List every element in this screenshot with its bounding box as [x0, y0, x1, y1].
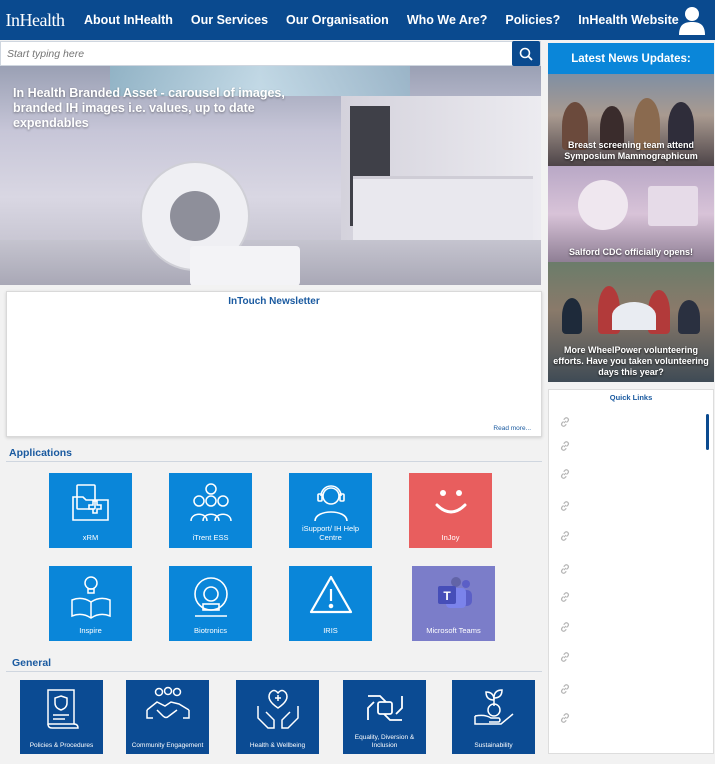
- quick-link-icon[interactable]: [559, 621, 571, 633]
- search-button[interactable]: [512, 41, 540, 66]
- smiley-icon: [435, 490, 466, 514]
- general-heading: General: [12, 657, 52, 669]
- nav-who-we-are[interactable]: Who We Are?: [407, 13, 488, 27]
- app-label: Inspire: [79, 626, 102, 635]
- news-caption: More WheelPower volunteering efforts. Ha…: [553, 345, 709, 377]
- app-label: IRIS: [323, 626, 338, 635]
- general-tile-community[interactable]: Community Engagement: [126, 680, 209, 754]
- nav-website[interactable]: InHealth Website: [578, 13, 678, 27]
- app-label: Microsoft Teams: [426, 626, 481, 635]
- general-label: Equality, Diversion & Inclusion: [354, 734, 415, 749]
- quick-link-icon[interactable]: [559, 651, 571, 663]
- app-tile-xrm[interactable]: xRM: [49, 473, 132, 548]
- nav-policies[interactable]: Policies?: [505, 13, 560, 27]
- top-nav: InHealth About InHealth Our Services Our…: [0, 0, 715, 40]
- headset-icon: [313, 485, 348, 522]
- app-tile-isupport[interactable]: iSupport/ IH Help Centre: [289, 473, 372, 548]
- linked-hands-icon: [366, 695, 403, 721]
- teams-icon: T: [437, 577, 472, 608]
- hero-caption: In Health Branded Asset - carousel of im…: [13, 86, 285, 130]
- app-label: InJoy: [441, 533, 460, 542]
- warning-icon: [309, 575, 352, 614]
- news-item[interactable]: Salford CDC officially opens!: [548, 166, 714, 262]
- plant-hand-icon: [473, 689, 513, 725]
- newsletter-title: InTouch Newsletter: [228, 296, 320, 307]
- news-heading: Latest News Updates:: [548, 43, 714, 74]
- news-caption: Breast screening team attend Symposium M…: [564, 140, 698, 161]
- applications-heading: Applications: [9, 447, 73, 459]
- general-label: Health & Wellbeing: [249, 742, 306, 749]
- app-tile-itrent[interactable]: iTrent ESS: [169, 473, 252, 548]
- quick-link-icon[interactable]: [559, 683, 571, 695]
- app-tile-inspire[interactable]: Inspire: [49, 566, 132, 641]
- search-input[interactable]: [1, 42, 512, 65]
- quick-link-icon[interactable]: [559, 500, 571, 512]
- app-label: iSupport/ IH Help Centre: [301, 524, 360, 542]
- news-photo-decor: [562, 298, 582, 334]
- nav-about[interactable]: About InHealth: [84, 13, 173, 27]
- app-tile-iris[interactable]: IRIS: [289, 566, 372, 641]
- quick-link-icon[interactable]: [559, 530, 571, 542]
- news-photo-decor: [678, 300, 700, 334]
- app-tile-teams[interactable]: T Microsoft Teams: [412, 566, 495, 641]
- general-tile-policies[interactable]: Policies & Procedures: [20, 680, 103, 754]
- nav-services[interactable]: Our Services: [191, 13, 268, 27]
- folder-medical-icon: [71, 484, 109, 521]
- hero-scanner-table-decor: [190, 246, 300, 285]
- svg-text:T: T: [443, 589, 451, 603]
- general-label: Sustainability: [474, 742, 513, 749]
- hero-scanner-bore-decor: [170, 191, 220, 241]
- nav-organisation[interactable]: Our Organisation: [286, 13, 389, 27]
- app-tile-biotronics[interactable]: Biotronics: [169, 566, 252, 641]
- team-gear-icon: [189, 483, 232, 522]
- read-more-link[interactable]: Read more...: [493, 425, 531, 432]
- search-icon: [519, 47, 533, 61]
- search-bar: [0, 41, 541, 66]
- quick-link-icon[interactable]: [559, 591, 571, 603]
- applications-divider: [6, 461, 542, 462]
- news-photo-decor: [648, 186, 698, 226]
- quick-link-icon[interactable]: [559, 712, 571, 724]
- app-tile-injoy[interactable]: InJoy: [409, 473, 492, 548]
- inhealth-logo[interactable]: InHealth: [0, 0, 70, 40]
- hero-carousel[interactable]: In Health Branded Asset - carousel of im…: [0, 66, 541, 285]
- news-photo-decor: [612, 302, 656, 330]
- general-tile-equality[interactable]: Equality, Diversion & Inclusion: [343, 680, 426, 754]
- quick-links-title: Quick Links: [609, 393, 653, 402]
- news-item[interactable]: More WheelPower volunteering efforts. Ha…: [548, 262, 714, 382]
- user-icon[interactable]: [677, 5, 707, 35]
- book-bulb-icon: [70, 576, 111, 619]
- quick-links-panel: Quick Links: [548, 389, 714, 754]
- app-label: Biotronics: [194, 626, 227, 635]
- general-divider: [6, 671, 542, 672]
- heart-hands-icon: [256, 689, 299, 729]
- policy-scroll-icon: [46, 689, 79, 729]
- general-label: Community Engagement: [131, 742, 204, 749]
- news-caption: Salford CDC officially opens!: [568, 247, 693, 257]
- general-label: Policies & Procedures: [29, 742, 94, 749]
- app-label: iTrent ESS: [192, 533, 229, 542]
- quick-links-scrollbar[interactable]: [706, 414, 709, 450]
- scanner-icon: [193, 577, 228, 617]
- app-label: xRM: [82, 533, 99, 542]
- quick-link-icon[interactable]: [559, 416, 571, 428]
- news-item[interactable]: Breast screening team attend Symposium M…: [548, 74, 714, 166]
- newsletter-panel: InTouch Newsletter Read more...: [6, 291, 542, 437]
- general-tile-sustainability[interactable]: Sustainability: [452, 680, 535, 754]
- general-tile-health[interactable]: Health & Wellbeing: [236, 680, 319, 754]
- news-photo-decor: [578, 180, 628, 230]
- quick-link-icon[interactable]: [559, 440, 571, 452]
- quick-link-icon[interactable]: [559, 563, 571, 575]
- quick-link-icon[interactable]: [559, 468, 571, 480]
- handshake-icon: [145, 686, 190, 719]
